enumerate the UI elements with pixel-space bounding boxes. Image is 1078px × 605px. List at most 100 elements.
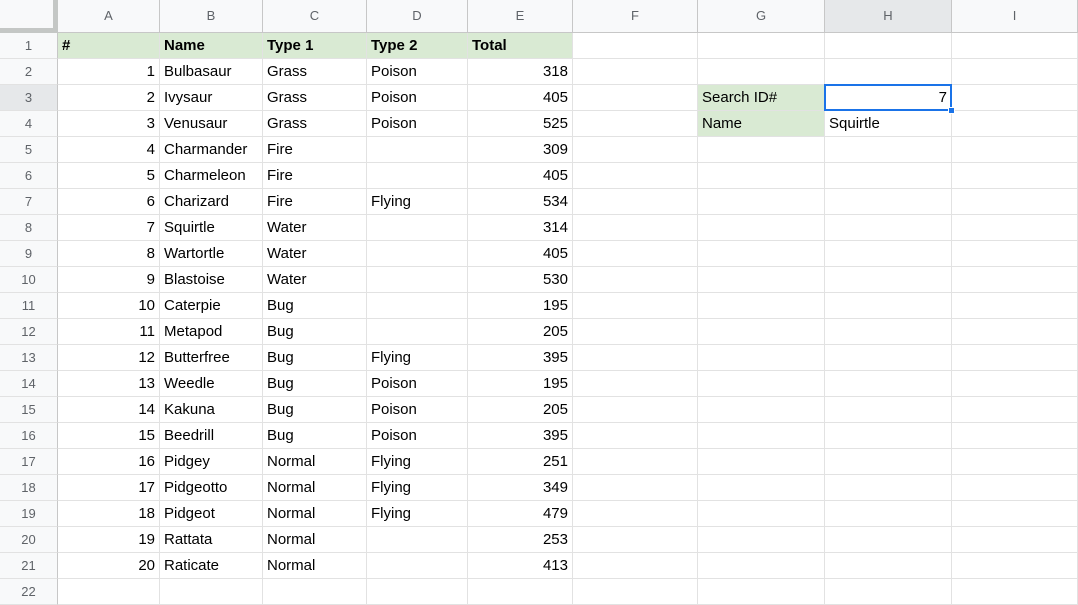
cell-G8[interactable] <box>698 215 825 241</box>
cell-E21[interactable]: 413 <box>468 553 573 579</box>
cell-G1[interactable] <box>698 33 825 59</box>
cell-F20[interactable] <box>573 527 698 553</box>
cell-I3[interactable] <box>952 85 1078 111</box>
cell-E19[interactable]: 479 <box>468 501 573 527</box>
cell-F21[interactable] <box>573 553 698 579</box>
cell-A10[interactable]: 9 <box>58 267 160 293</box>
cell-C14[interactable]: Bug <box>263 371 367 397</box>
cell-A19[interactable]: 18 <box>58 501 160 527</box>
cell-F12[interactable] <box>573 319 698 345</box>
col-header-A[interactable]: A <box>58 0 160 33</box>
col-header-G[interactable]: G <box>698 0 825 33</box>
cell-G5[interactable] <box>698 137 825 163</box>
cell-C1[interactable]: Type 1 <box>263 33 367 59</box>
col-header-E[interactable]: E <box>468 0 573 33</box>
cell-E22[interactable] <box>468 579 573 605</box>
cell-C20[interactable]: Normal <box>263 527 367 553</box>
cell-A5[interactable]: 4 <box>58 137 160 163</box>
cell-G15[interactable] <box>698 397 825 423</box>
cell-F9[interactable] <box>573 241 698 267</box>
cell-F8[interactable] <box>573 215 698 241</box>
cell-A3[interactable]: 2 <box>58 85 160 111</box>
cell-H13[interactable] <box>825 345 952 371</box>
cell-A14[interactable]: 13 <box>58 371 160 397</box>
cell-C19[interactable]: Normal <box>263 501 367 527</box>
cell-F16[interactable] <box>573 423 698 449</box>
cell-H1[interactable] <box>825 33 952 59</box>
cell-G18[interactable] <box>698 475 825 501</box>
cell-C6[interactable]: Fire <box>263 163 367 189</box>
cell-A6[interactable]: 5 <box>58 163 160 189</box>
cell-B3[interactable]: Ivysaur <box>160 85 263 111</box>
cell-F7[interactable] <box>573 189 698 215</box>
cell-H18[interactable] <box>825 475 952 501</box>
cell-H8[interactable] <box>825 215 952 241</box>
cell-I2[interactable] <box>952 59 1078 85</box>
cell-F19[interactable] <box>573 501 698 527</box>
col-header-B[interactable]: B <box>160 0 263 33</box>
cell-H12[interactable] <box>825 319 952 345</box>
cell-B8[interactable]: Squirtle <box>160 215 263 241</box>
cell-D16[interactable]: Poison <box>367 423 468 449</box>
cell-F14[interactable] <box>573 371 698 397</box>
row-header-9[interactable]: 9 <box>0 241 58 267</box>
cell-D1[interactable]: Type 2 <box>367 33 468 59</box>
cell-D2[interactable]: Poison <box>367 59 468 85</box>
row-header-19[interactable]: 19 <box>0 501 58 527</box>
cell-C11[interactable]: Bug <box>263 293 367 319</box>
cell-C10[interactable]: Water <box>263 267 367 293</box>
cell-F11[interactable] <box>573 293 698 319</box>
cell-B18[interactable]: Pidgeotto <box>160 475 263 501</box>
cell-G17[interactable] <box>698 449 825 475</box>
cell-D11[interactable] <box>367 293 468 319</box>
cell-G4[interactable]: Name <box>698 111 825 137</box>
cell-F13[interactable] <box>573 345 698 371</box>
row-header-20[interactable]: 20 <box>0 527 58 553</box>
cell-D22[interactable] <box>367 579 468 605</box>
cell-C5[interactable]: Fire <box>263 137 367 163</box>
cell-I8[interactable] <box>952 215 1078 241</box>
cell-D3[interactable]: Poison <box>367 85 468 111</box>
cell-A8[interactable]: 7 <box>58 215 160 241</box>
cell-E7[interactable]: 534 <box>468 189 573 215</box>
cell-C3[interactable]: Grass <box>263 85 367 111</box>
cell-D14[interactable]: Poison <box>367 371 468 397</box>
cell-I4[interactable] <box>952 111 1078 137</box>
cell-A7[interactable]: 6 <box>58 189 160 215</box>
cell-A20[interactable]: 19 <box>58 527 160 553</box>
cell-E3[interactable]: 405 <box>468 85 573 111</box>
cell-H17[interactable] <box>825 449 952 475</box>
cell-G2[interactable] <box>698 59 825 85</box>
cell-C18[interactable]: Normal <box>263 475 367 501</box>
col-header-C[interactable]: C <box>263 0 367 33</box>
cell-F2[interactable] <box>573 59 698 85</box>
cell-C21[interactable]: Normal <box>263 553 367 579</box>
cell-E1[interactable]: Total <box>468 33 573 59</box>
cell-I15[interactable] <box>952 397 1078 423</box>
cell-E9[interactable]: 405 <box>468 241 573 267</box>
cell-B15[interactable]: Kakuna <box>160 397 263 423</box>
cell-B20[interactable]: Rattata <box>160 527 263 553</box>
cell-F10[interactable] <box>573 267 698 293</box>
row-header-8[interactable]: 8 <box>0 215 58 241</box>
cell-E18[interactable]: 349 <box>468 475 573 501</box>
cell-E4[interactable]: 525 <box>468 111 573 137</box>
cell-C13[interactable]: Bug <box>263 345 367 371</box>
cell-D20[interactable] <box>367 527 468 553</box>
cell-H9[interactable] <box>825 241 952 267</box>
cell-G11[interactable] <box>698 293 825 319</box>
cell-B11[interactable]: Caterpie <box>160 293 263 319</box>
cell-D12[interactable] <box>367 319 468 345</box>
row-header-10[interactable]: 10 <box>0 267 58 293</box>
cell-I14[interactable] <box>952 371 1078 397</box>
cell-G16[interactable] <box>698 423 825 449</box>
cell-D7[interactable]: Flying <box>367 189 468 215</box>
cell-F17[interactable] <box>573 449 698 475</box>
cell-H7[interactable] <box>825 189 952 215</box>
cell-D10[interactable] <box>367 267 468 293</box>
cell-D18[interactable]: Flying <box>367 475 468 501</box>
cell-B19[interactable]: Pidgeot <box>160 501 263 527</box>
cell-E2[interactable]: 318 <box>468 59 573 85</box>
cell-C16[interactable]: Bug <box>263 423 367 449</box>
cell-C7[interactable]: Fire <box>263 189 367 215</box>
